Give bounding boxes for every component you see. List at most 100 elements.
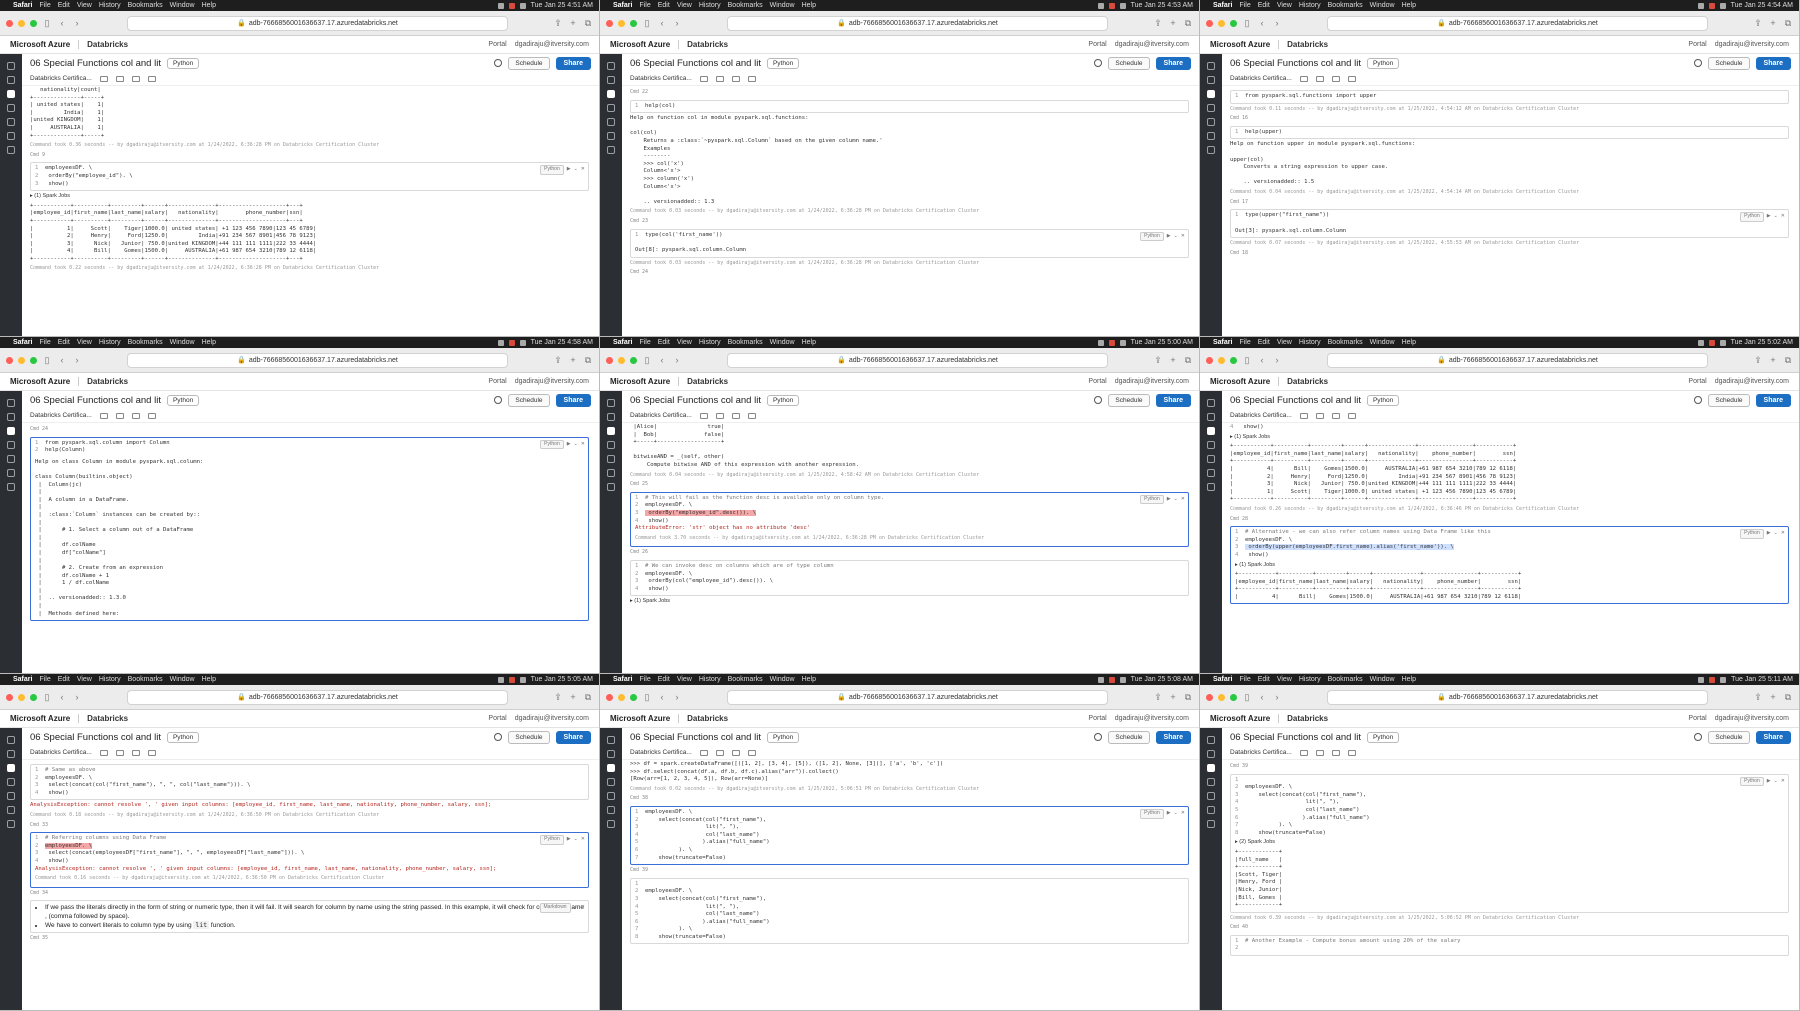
- view-menu-icon[interactable]: [731, 749, 740, 756]
- menu-edit[interactable]: Edit: [1258, 2, 1270, 9]
- sidebar-icon-compute[interactable]: [607, 455, 615, 463]
- address-bar[interactable]: 🔒 adb-7666856001636637.17.azuredatabricks…: [1327, 15, 1708, 31]
- sidebar-icon-home[interactable]: [1207, 62, 1215, 70]
- sidebar-icon-home[interactable]: [7, 736, 15, 744]
- menu-history[interactable]: History: [699, 676, 721, 683]
- back-icon[interactable]: ‹: [657, 692, 667, 702]
- cell-language[interactable]: Python: [1140, 231, 1164, 242]
- record-icon[interactable]: [1108, 339, 1115, 346]
- schedule-button[interactable]: Schedule: [508, 393, 550, 407]
- back-icon[interactable]: ‹: [1257, 692, 1267, 702]
- view-menu-icon[interactable]: [131, 412, 140, 419]
- sidebar-icon-search[interactable]: [7, 146, 15, 154]
- menu-bookmarks[interactable]: Bookmarks: [128, 2, 163, 9]
- address-bar[interactable]: 🔒 adb-7666856001636637.17.azuredatabricks…: [127, 15, 508, 31]
- cell-language[interactable]: Python: [540, 165, 564, 175]
- code-cell[interactable]: 1 from pyspark.sql.functions import upper: [1230, 90, 1789, 104]
- close-window-icon[interactable]: [6, 356, 13, 364]
- sidebar-icon[interactable]: ▯: [1242, 692, 1252, 703]
- language-badge[interactable]: Python: [166, 731, 200, 743]
- revision-history-icon[interactable]: [494, 59, 503, 67]
- tabs-icon[interactable]: ⧉: [583, 355, 593, 366]
- file-menu-icon[interactable]: [99, 75, 108, 82]
- databricks-label[interactable]: Databricks: [678, 40, 728, 49]
- sidebar-icon-compute[interactable]: [607, 792, 615, 800]
- zoom-window-icon[interactable]: [1230, 356, 1237, 364]
- cluster-selector[interactable]: Databricks Certifica...: [1230, 749, 1292, 756]
- menu-bookmarks[interactable]: Bookmarks: [1328, 339, 1363, 346]
- sidebar-icon-workspace[interactable]: [607, 413, 615, 421]
- forward-icon[interactable]: ›: [72, 18, 82, 28]
- status-icon[interactable]: [497, 2, 504, 9]
- menu-view[interactable]: View: [77, 2, 92, 9]
- cluster-selector[interactable]: Databricks Certifica...: [630, 749, 692, 756]
- forward-icon[interactable]: ›: [672, 692, 682, 702]
- view-menu-icon[interactable]: [1331, 412, 1340, 419]
- forward-icon[interactable]: ›: [672, 18, 682, 28]
- azure-brand[interactable]: Microsoft Azure: [610, 40, 670, 49]
- schedule-button[interactable]: Schedule: [1108, 393, 1150, 407]
- menu-file[interactable]: File: [639, 339, 650, 346]
- sidebar-icon-jobs[interactable]: [607, 806, 615, 814]
- record-icon[interactable]: [508, 676, 515, 683]
- menu-view[interactable]: View: [77, 676, 92, 683]
- menu-history[interactable]: History: [1299, 676, 1321, 683]
- databricks-label[interactable]: Databricks: [78, 377, 128, 386]
- menu-edit[interactable]: Edit: [658, 2, 670, 9]
- revision-history-icon[interactable]: [1694, 733, 1703, 741]
- menu-history[interactable]: History: [1299, 339, 1321, 346]
- cell-menu-icon[interactable]: ⌄: [574, 166, 578, 174]
- cell-menu-icon[interactable]: ⌄: [1174, 233, 1178, 241]
- run-cell-icon[interactable]: ▶: [567, 441, 571, 449]
- sidebar-icon-compute[interactable]: [7, 455, 15, 463]
- schedule-button[interactable]: Schedule: [1708, 393, 1750, 407]
- edit-menu-icon[interactable]: [715, 75, 724, 82]
- code-cell[interactable]: Python ▶ ⌄ ✕ 1 type(col('first_name')) Out[8…: [630, 228, 1189, 258]
- schedule-button[interactable]: Schedule: [508, 56, 550, 70]
- address-bar[interactable]: 🔒 adb-7666856001636637.17.azuredatabricks…: [127, 352, 508, 368]
- schedule-button[interactable]: Schedule: [1108, 730, 1150, 744]
- tabs-icon[interactable]: ⧉: [1183, 18, 1193, 29]
- minimize-window-icon[interactable]: [1218, 356, 1225, 364]
- menu-history[interactable]: History: [1299, 2, 1321, 9]
- run-cell-icon[interactable]: ▶: [567, 166, 571, 174]
- status-icon[interactable]: [1097, 2, 1104, 9]
- share-icon[interactable]: ⇪: [1153, 355, 1163, 366]
- menu-history[interactable]: History: [99, 2, 121, 9]
- close-cell-icon[interactable]: ✕: [1181, 810, 1185, 818]
- menu-bookmarks[interactable]: Bookmarks: [128, 339, 163, 346]
- menu-edit[interactable]: Edit: [1258, 676, 1270, 683]
- notebook-title[interactable]: 06 Special Functions col and lit: [1230, 58, 1361, 69]
- databricks-label[interactable]: Databricks: [678, 714, 728, 723]
- sidebar-icon-recents[interactable]: [607, 764, 615, 772]
- zoom-window-icon[interactable]: [630, 356, 637, 364]
- code-cell[interactable]: Python ▶ ⌄ ✕ 1 from pyspark.sql.column impor…: [30, 436, 589, 622]
- menu-bookmarks[interactable]: Bookmarks: [728, 339, 763, 346]
- sidebar-icon-recents[interactable]: [7, 764, 15, 772]
- code-cell[interactable]: 1 help(col): [630, 99, 1189, 114]
- wifi-icon[interactable]: [1719, 339, 1726, 346]
- run-all-icon[interactable]: [147, 75, 156, 82]
- record-icon[interactable]: [1709, 676, 1716, 683]
- close-cell-icon[interactable]: ✕: [581, 441, 585, 449]
- clock-text[interactable]: Tue Jan 25 4:53 AM: [1131, 2, 1193, 9]
- edit-menu-icon[interactable]: [715, 412, 724, 419]
- sidebar-icon-jobs[interactable]: [7, 806, 15, 814]
- portal-link[interactable]: Portal: [1688, 378, 1706, 385]
- menu-safari[interactable]: Safari: [13, 339, 32, 346]
- address-bar[interactable]: 🔒 adb-7666856001636637.17.azuredatabricks…: [1327, 352, 1708, 368]
- portal-link[interactable]: Portal: [488, 715, 506, 722]
- user-email[interactable]: dgadiraju@itversity.com: [515, 715, 589, 722]
- code-cell[interactable]: Python ▶ ⌄ ✕ 1 employeesDF. \ 2 orderBy("emp…: [30, 162, 589, 192]
- revision-history-icon[interactable]: [494, 396, 503, 404]
- new-tab-icon[interactable]: +: [1168, 692, 1178, 702]
- notebook-title[interactable]: 06 Special Functions col and lit: [630, 58, 761, 69]
- code-cell[interactable]: 1 2 employeesDF. \ 3 select(concat(col("f…: [630, 877, 1189, 945]
- close-window-icon[interactable]: [1206, 19, 1213, 27]
- record-icon[interactable]: [508, 339, 515, 346]
- close-cell-icon[interactable]: ✕: [581, 166, 585, 174]
- run-all-icon[interactable]: [1347, 75, 1356, 82]
- cell-language[interactable]: Markdown: [539, 903, 571, 913]
- language-badge[interactable]: Python: [766, 394, 800, 406]
- sidebar-icon-data[interactable]: [7, 104, 15, 112]
